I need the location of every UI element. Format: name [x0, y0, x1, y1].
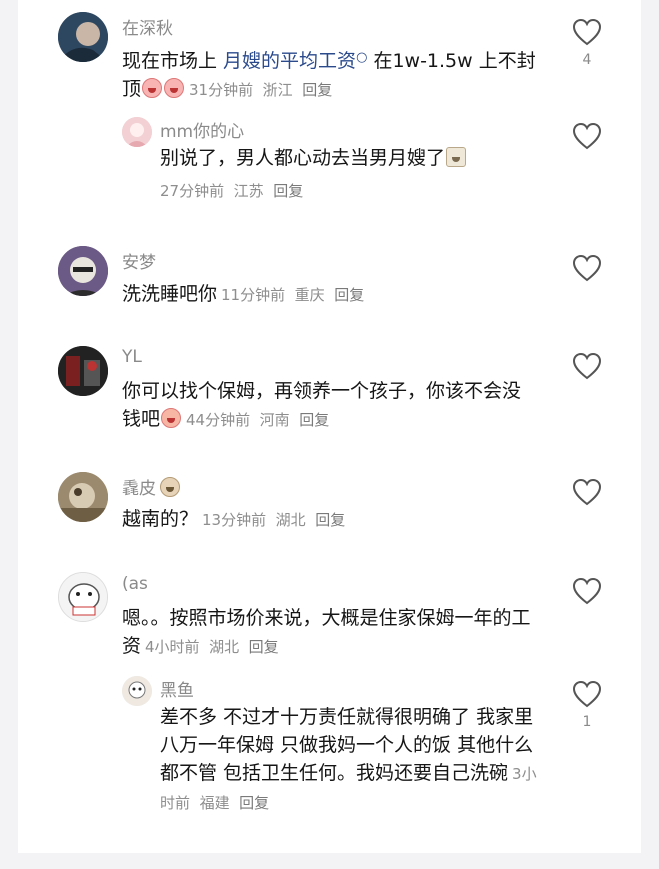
comment-location: 河南 — [259, 411, 290, 429]
reply-time: 27分钟前 — [160, 182, 225, 200]
comment-time: 4小时前 — [145, 638, 200, 656]
comment-location: 重庆 — [294, 286, 325, 304]
comment-time: 11分钟前 — [221, 286, 286, 304]
comment-text-before: 现在市场上 — [122, 50, 224, 72]
owl-emoji — [160, 477, 180, 497]
like-heart-icon[interactable] — [572, 122, 602, 150]
reply-username[interactable]: 黑鱼 — [160, 676, 194, 701]
reply-text: 别说了，男人都心动去当男月嫂了 — [160, 144, 560, 172]
comment-location: 浙江 — [262, 81, 293, 99]
reply-button[interactable]: 回复 — [302, 81, 332, 99]
comment-meta: 11分钟前 重庆 回复 — [221, 286, 364, 304]
comment-meta: 13分钟前 湖北 回复 — [202, 511, 345, 529]
like-heart-icon[interactable] — [572, 254, 602, 282]
avatar[interactable] — [122, 676, 152, 706]
reply-text: 差不多 不过才十万责任就得很明确了 我家里八万一年保姆 只做我妈一个人的饭 其他… — [160, 703, 550, 817]
reply-meta-line: 27分钟前 江苏 回复 — [160, 176, 560, 205]
like-heart-icon[interactable] — [572, 352, 602, 380]
avatar[interactable] — [122, 117, 152, 147]
reply-text-body: 别说了，男人都心动去当男月嫂了 — [160, 147, 446, 169]
rage-face-emoji — [164, 78, 185, 98]
comment-text-body: 洗洗睡吧你 — [122, 283, 218, 305]
comment-time: 44分钟前 — [186, 411, 251, 429]
comment-username[interactable]: (as — [122, 574, 148, 594]
comment-text: 你可以找个保姆，再领养一个孩子，你该不会没钱吧 44分钟前 河南 回复 — [122, 377, 534, 434]
sticker-emoji — [446, 147, 467, 167]
comment-text: 洗洗睡吧你 11分钟前 重庆 回复 — [122, 280, 542, 309]
like-count: 4 — [582, 52, 592, 68]
reply-text-body: 差不多 不过才十万责任就得很明确了 我家里八万一年保姆 只做我妈一个人的饭 其他… — [160, 706, 534, 784]
reply-button[interactable]: 回复 — [239, 794, 269, 812]
reply-button[interactable]: 回复 — [249, 638, 279, 656]
comment-time: 31分钟前 — [189, 81, 254, 99]
avatar[interactable] — [58, 572, 108, 622]
avatar[interactable] — [58, 246, 108, 296]
avatar[interactable] — [58, 346, 108, 396]
comment-username: 毳皮 — [122, 474, 181, 499]
reply-location: 福建 — [199, 794, 230, 812]
sweat-face-emoji — [161, 408, 182, 428]
comment-text-body: 越南的？ — [122, 508, 199, 530]
comment-meta: 44分钟前 河南 回复 — [186, 411, 329, 429]
reply-username[interactable]: mm你的心 — [160, 117, 244, 142]
comment-list: 在深秋 现在市场上 月嫂的平均工资○ 在1w-1.5w 上不封顶 31分钟前 浙江… — [18, 0, 641, 853]
reply-button[interactable]: 回复 — [334, 286, 364, 304]
comment-username[interactable]: YL — [122, 347, 142, 367]
comment-meta: 4小时前 湖北 回复 — [145, 638, 279, 656]
comment-username[interactable]: 在深秋 — [122, 14, 173, 39]
rage-face-emoji — [142, 78, 163, 98]
like-heart-icon[interactable] — [572, 680, 602, 708]
comment-username-text[interactable]: 毳皮 — [122, 479, 156, 499]
comment-location: 湖北 — [275, 511, 306, 529]
like-count: 1 — [582, 714, 592, 730]
comment-meta: 31分钟前 浙江 回复 — [189, 81, 332, 99]
comment-username[interactable]: 安梦 — [122, 248, 156, 273]
reply-button[interactable]: 回复 — [273, 182, 303, 200]
avatar[interactable] — [58, 472, 108, 522]
reply-button[interactable]: 回复 — [299, 411, 329, 429]
reply-button[interactable]: 回复 — [315, 511, 345, 529]
comment-text: 越南的？ 13分钟前 湖北 回复 — [122, 505, 542, 534]
comment-text: 嗯。。按照市场价来说，大概是住家保姆一年的工资 4小时前 湖北 回复 — [122, 604, 542, 661]
search-icon[interactable]: ○ — [356, 50, 367, 65]
reply-location: 江苏 — [233, 182, 264, 200]
comment-text: 现在市场上 月嫂的平均工资○ 在1w-1.5w 上不封顶 31分钟前 浙江 回复 — [122, 44, 542, 104]
avatar[interactable] — [58, 12, 108, 62]
like-heart-icon[interactable] — [572, 18, 602, 46]
comment-time: 13分钟前 — [202, 511, 267, 529]
like-heart-icon[interactable] — [572, 577, 602, 605]
comment-location: 湖北 — [209, 638, 240, 656]
like-heart-icon[interactable] — [572, 478, 602, 506]
search-link[interactable]: 月嫂的平均工资 — [223, 50, 356, 72]
reply-meta: 27分钟前 江苏 回复 — [160, 182, 303, 200]
